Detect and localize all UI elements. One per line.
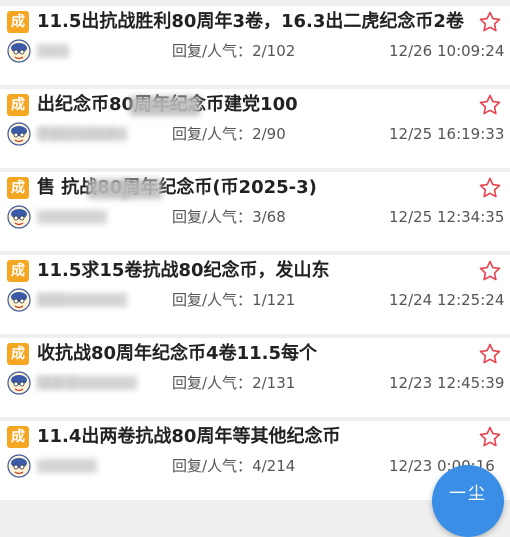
- fab-label: 一尘: [449, 484, 487, 504]
- status-badge: 成: [7, 426, 29, 448]
- post-title[interactable]: 11.5出抗战胜利80周年3卷，16.3出二虎纪念币2卷: [37, 8, 464, 36]
- star-icon[interactable]: [478, 93, 502, 117]
- post-time: 12/24 12:25:24: [389, 291, 505, 309]
- post-time: 12/23 12:45:39: [389, 374, 505, 392]
- post-title[interactable]: 11.5求15卷抗战80纪念币，发山东: [37, 257, 330, 285]
- star-icon[interactable]: [478, 10, 502, 34]
- status-badge: 成: [7, 260, 29, 282]
- status-badge: 成: [7, 343, 29, 365]
- avatar: [7, 371, 31, 395]
- star-icon[interactable]: [478, 176, 502, 200]
- star-icon[interactable]: [478, 425, 502, 449]
- reply-views: 回复/人气：2/131: [172, 373, 295, 393]
- stats-value: 2/131: [252, 374, 296, 392]
- post-item[interactable]: 成 出纪念币80周年纪念币建党100 手到了1818 回复/人气：2/90 12…: [0, 89, 510, 168]
- post-time: 12/25 16:19:33: [389, 125, 505, 143]
- floating-action-button[interactable]: 一尘: [432, 465, 504, 537]
- post-title[interactable]: 11.4出两卷抗战80周年等其他纪念币: [37, 423, 340, 451]
- status-badge: 成: [7, 177, 29, 199]
- avatar: [7, 288, 31, 312]
- title-redacted: [122, 179, 162, 199]
- post-item[interactable]: 成 收抗战80周年纪念币4卷11.5每个 球手了 回复/人气：2/131 12/…: [0, 338, 510, 417]
- title-redacted: [130, 96, 200, 116]
- stats-label: 回复/人气：: [172, 457, 253, 475]
- stats-label: 回复/人气：: [172, 374, 253, 392]
- post-item[interactable]: 成 售 抗战80周年纪念币(币2025-3) 回复/人气：3/68 12/25 …: [0, 172, 510, 251]
- stats-value: 3/68: [252, 208, 286, 226]
- username-redacted: [37, 210, 107, 224]
- status-badge: 成: [7, 11, 29, 33]
- post-title[interactable]: 收抗战80周年纪念币4卷11.5每个: [37, 340, 317, 368]
- avatar: [7, 122, 31, 146]
- username: 123: [37, 292, 64, 308]
- post-title[interactable]: 售 抗战80周年纪念币(币2025-3): [37, 174, 317, 202]
- username-redacted: [37, 459, 97, 473]
- star-icon[interactable]: [478, 259, 502, 283]
- post-item[interactable]: 成 11.5求15卷抗战80纪念币，发山东 123 回复/人气：1/121 12…: [0, 255, 510, 334]
- stats-label: 回复/人气：: [172, 208, 253, 226]
- stats-value: 4/214: [252, 457, 296, 475]
- stats-label: 回复/人气：: [172, 42, 253, 60]
- post-item[interactable]: 成 11.5出抗战胜利80周年3卷，16.3出二虎纪念币2卷 回复/人气：2/1…: [0, 6, 510, 85]
- stats-value: 1/121: [252, 291, 296, 309]
- avatar: [7, 454, 31, 478]
- reply-views: 回复/人气：4/214: [172, 456, 295, 476]
- stats-label: 回复/人气：: [172, 125, 253, 143]
- avatar: [7, 39, 31, 63]
- post-time: 12/25 12:34:35: [389, 208, 505, 226]
- avatar: [7, 205, 31, 229]
- username: 球手了: [37, 375, 79, 391]
- stats-value: 2/102: [252, 42, 296, 60]
- reply-views: 回复/人气：2/102: [172, 41, 295, 61]
- reply-views: 回复/人气：1/121: [172, 290, 295, 310]
- stats-value: 2/90: [252, 125, 286, 143]
- username-redacted: [37, 44, 69, 58]
- post-time: 12/26 10:09:24: [389, 42, 505, 60]
- stats-label: 回复/人气：: [172, 291, 253, 309]
- status-badge: 成: [7, 94, 29, 116]
- reply-views: 回复/人气：3/68: [172, 207, 286, 227]
- username: 手到了1818: [37, 126, 115, 142]
- reply-views: 回复/人气：2/90: [172, 124, 286, 144]
- star-icon[interactable]: [478, 342, 502, 366]
